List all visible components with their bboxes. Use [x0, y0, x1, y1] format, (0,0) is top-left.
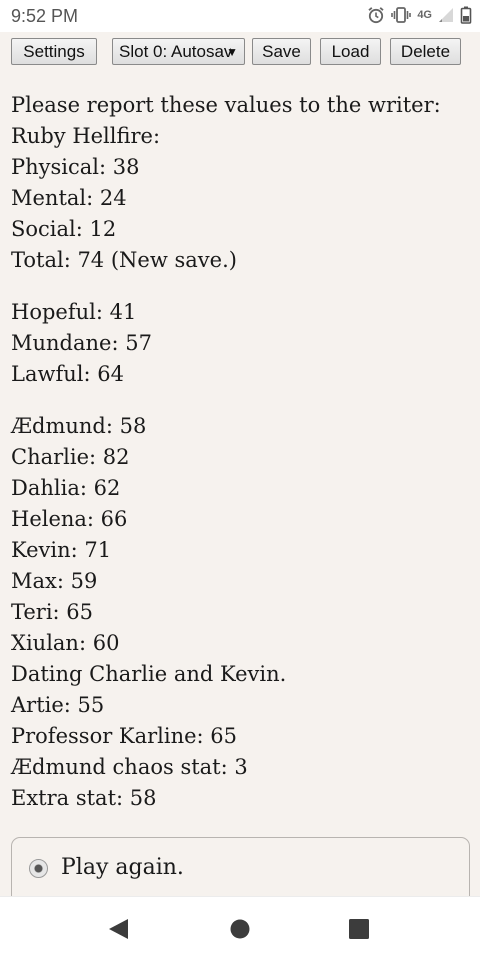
settings-button[interactable]: Settings [11, 38, 97, 65]
stat-lawful: Lawful: 64 [11, 362, 124, 386]
signal-icon [438, 7, 454, 23]
vibrate-icon [391, 6, 412, 24]
alarm-icon [367, 6, 385, 24]
stat-physical: Physical: 38 [11, 155, 140, 179]
battery-icon [460, 6, 472, 24]
recent-apps-icon[interactable] [347, 917, 371, 941]
report-text: Please report these values to the writer… [11, 90, 471, 814]
relationship-xiulan: Xiulan: 60 [11, 631, 120, 655]
relationship-helena: Helena: 66 [11, 507, 128, 531]
character-name: Ruby Hellfire: [11, 124, 161, 148]
relationship-kevin: Kevin: 71 [11, 538, 112, 562]
stat-total: Total: 74 (New save.) [11, 248, 237, 272]
status-bar: 9:52 PM 4G [0, 0, 480, 32]
navigation-bar [0, 896, 480, 960]
stat-chaos: Ædmund chaos stat: 3 [11, 755, 248, 779]
chevron-down-icon: ▼ [226, 45, 238, 59]
relationship-dahlia: Dahlia: 62 [11, 476, 121, 500]
delete-button[interactable]: Delete [390, 38, 461, 65]
play-again-radio[interactable] [29, 859, 48, 878]
relationship-artie: Artie: 55 [11, 693, 105, 717]
toolbar: Settings Slot 0: Autosave ▼ Save Load De… [0, 32, 480, 72]
load-button[interactable]: Load [320, 38, 381, 65]
status-time: 9:52 PM [11, 6, 79, 26]
stat-social: Social: 12 [11, 217, 117, 241]
relationship-karline: Professor Karline: 65 [11, 724, 238, 748]
home-icon[interactable] [228, 917, 252, 941]
dating-status: Dating Charlie and Kevin. [11, 662, 287, 686]
save-slot-value: Slot 0: Autosave [119, 41, 231, 61]
relationship-charlie: Charlie: 82 [11, 445, 130, 469]
stat-mundane: Mundane: 57 [11, 331, 152, 355]
back-icon[interactable] [107, 917, 131, 941]
stat-hopeful: Hopeful: 41 [11, 300, 137, 324]
save-button[interactable]: Save [252, 38, 311, 65]
save-slot-select[interactable]: Slot 0: Autosave ▼ [112, 38, 245, 65]
report-intro: Please report these values to the writer… [11, 93, 441, 117]
stat-mental: Mental: 24 [11, 186, 127, 210]
play-again-label[interactable]: Play again. [61, 855, 184, 880]
4g-lte-icon: 4G [417, 9, 432, 21]
relationship-aedmund: Ædmund: 58 [11, 414, 147, 438]
relationship-teri: Teri: 65 [11, 600, 94, 624]
status-icons: 4G [367, 6, 472, 24]
relationship-max: Max: 59 [11, 569, 98, 593]
stat-extra: Extra stat: 58 [11, 786, 157, 810]
